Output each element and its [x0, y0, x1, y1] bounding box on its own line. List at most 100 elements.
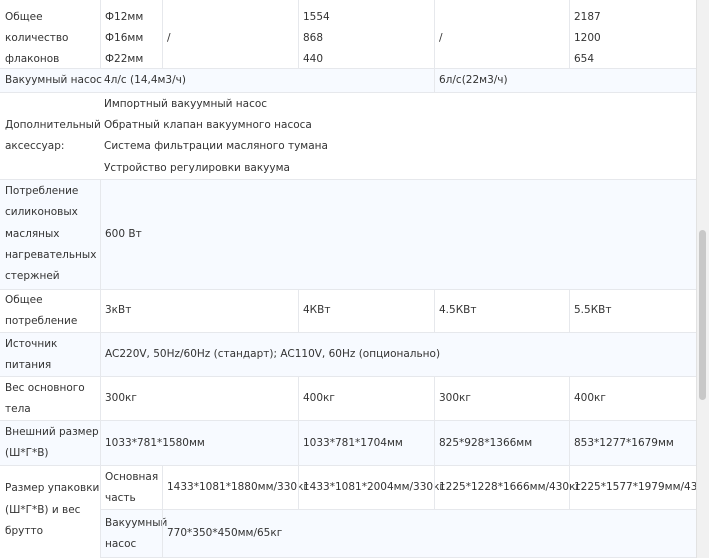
label-line: нагревательных [5, 249, 97, 261]
accessory-item: Устройство регулировки вакуума [104, 162, 290, 174]
cell-value: 853*1277*1679мм [574, 437, 674, 449]
label-line: (Ш*Г*В) [5, 447, 49, 459]
table-row-vacuum-pump: Вакуумный насос 4л/с (14,4м3/ч) 6л/с(22м… [0, 69, 697, 93]
table-row-total-power: Общее потребление 3кВт 4КВт 4.5КВт 5.5КВ… [0, 290, 697, 333]
packing-pump-subrow: Вакуумный насос 770*350*450мм/65кг [100, 510, 697, 558]
label-line: Вес основного [5, 382, 85, 394]
cell-value: 5.5КВт [574, 304, 612, 316]
row-label-vacuum-pump: Вакуумный насос [0, 69, 102, 92]
label-line: масляных [5, 228, 60, 240]
label-line: тела [5, 403, 31, 415]
cell-value: 654 [574, 53, 595, 65]
total-power-col4: 5.5КВт [569, 290, 697, 332]
cell-value: 4.5КВт [439, 304, 477, 316]
row-label-power-source: Источник питания [0, 333, 100, 376]
body-weight-col1: 300кг [100, 377, 298, 420]
body-weight-col4: 400кг [569, 377, 697, 420]
total-power-col2: 4КВт [298, 290, 434, 332]
table-row-packing: Размер упаковки (Ш*Г*В) и вес брутто Осн… [0, 466, 697, 558]
flask-size-cell: Ф12мм Ф16мм Ф22мм [100, 0, 162, 68]
vertical-scrollbar[interactable] [696, 0, 709, 558]
flask-count-col4: / [434, 0, 569, 68]
cell-value: 1225*1228*1666мм/430кг [439, 481, 581, 493]
row-label-packing: Размер упаковки (Ш*Г*В) и вес брутто [0, 466, 100, 558]
flask-count-col2: / [162, 0, 298, 68]
cell-value: 1433*1081*1880мм/330кг [167, 481, 309, 493]
label-line: Потребление [5, 185, 79, 197]
spec-table: Общее количество флаконов Ф12мм Ф16мм Ф2… [0, 0, 697, 558]
cell-value: 1225*1577*1979мм/430кг [574, 481, 697, 493]
packing-pump-value: 770*350*450мм/65кг [162, 510, 697, 557]
packing-pump-label: Вакуумный насос [100, 510, 167, 557]
power-source-value: AC220V, 50Hz/60Hz (стандарт); AC110V, 60… [100, 333, 697, 376]
cell-value: 4л/с (14,4м3/ч) [104, 74, 186, 86]
label-line: силиконовых [5, 206, 78, 218]
sublabel-line: насос [105, 538, 137, 550]
packing-main-col1: 1433*1081*1880мм/330кг [162, 466, 309, 509]
accessory-item: Система фильтрации масляного тумана [104, 140, 328, 152]
accessory-item: Импортный вакуумный насос [104, 98, 268, 110]
spec-table-view: Общее количество флаконов Ф12мм Ф16мм Ф2… [0, 0, 709, 558]
label-line: Источник [5, 338, 58, 350]
accessory-item: Обратный клапан вакуумного насоса [104, 119, 312, 131]
packing-main-subrow: Основная часть 1433*1081*1880мм/330кг 14… [100, 466, 697, 510]
cell-value: 600 Вт [105, 228, 142, 240]
cell-value: 868 [303, 32, 324, 44]
row-label-total-power: Общее потребление [0, 290, 100, 332]
label-line: флаконов [5, 53, 60, 65]
outer-size-col4: 853*1277*1679мм [569, 421, 697, 465]
table-row-outer-size: Внешний размер (Ш*Г*В) 1033*781*1580мм 1… [0, 421, 697, 466]
table-row-flask-count: Общее количество флаконов Ф12мм Ф16мм Ф2… [0, 0, 697, 69]
flask-count-col5: 2187 1200 654 [569, 0, 697, 68]
row-label-body-weight: Вес основного тела [0, 377, 100, 420]
outer-size-col1: 1033*781*1580мм [100, 421, 298, 465]
flask-count-col3: 1554 868 440 [298, 0, 434, 68]
sublabel-line: часть [105, 492, 136, 504]
scrollbar-thumb[interactable] [699, 230, 706, 400]
label-line: брутто [5, 525, 44, 537]
sublabel-line: Вакуумный [105, 517, 168, 529]
label-line: Дополнительный [5, 119, 101, 131]
cell-value: 3кВт [105, 304, 132, 316]
packing-main-label: Основная часть [100, 466, 162, 509]
packing-main-col2: 1433*1081*2004мм/330кг [298, 466, 445, 509]
cell-value: 300кг [439, 392, 471, 404]
table-row-heating-rods: Потребление силиконовых масляных нагрева… [0, 180, 697, 290]
cell-value: 4КВт [303, 304, 331, 316]
outer-size-col3: 825*928*1366мм [434, 421, 569, 465]
cell-value: 1033*781*1580мм [105, 437, 205, 449]
flask-size: Ф12мм [105, 11, 144, 23]
heating-rods-value: 600 Вт [100, 180, 697, 289]
cell-value: 1033*781*1704мм [303, 437, 403, 449]
cell-value: 1200 [574, 32, 601, 44]
cell-value: 400кг [574, 392, 606, 404]
accessories-list: Импортный вакуумный насос Обратный клапа… [100, 93, 697, 179]
cell-value: 825*928*1366мм [439, 437, 533, 449]
row-label-heating-rods: Потребление силиконовых масляных нагрева… [0, 180, 100, 289]
table-row-power-source: Источник питания AC220V, 50Hz/60Hz (стан… [0, 333, 697, 377]
body-weight-col2: 400кг [298, 377, 434, 420]
label-line: аксессуар: [5, 140, 65, 152]
flask-size: Ф22мм [105, 53, 144, 65]
cell-value: AC220V, 50Hz/60Hz (стандарт); AC110V, 60… [105, 348, 441, 360]
cell-value: 300кг [105, 392, 137, 404]
cell-value: 400кг [303, 392, 335, 404]
label-line: (Ш*Г*В) и вес [5, 504, 81, 516]
packing-main-col4: 1225*1577*1979мм/430кг [569, 466, 697, 509]
label-line: Внешний размер [5, 426, 99, 438]
body-weight-col3: 300кг [434, 377, 569, 420]
total-power-col3: 4.5КВт [434, 290, 569, 332]
vacuum-pump-value-a: 4л/с (14,4м3/ч) [100, 69, 434, 92]
table-row-body-weight: Вес основного тела 300кг 400кг 300кг 400… [0, 377, 697, 421]
cell-value: / [167, 32, 171, 44]
row-label-accessories: Дополнительный аксессуар: [0, 93, 101, 179]
label-line: питания [5, 359, 52, 371]
label-line: Размер упаковки [5, 482, 100, 494]
vacuum-pump-value-b: 6л/с(22м3/ч) [434, 69, 697, 92]
cell-value: 6л/с(22м3/ч) [439, 74, 508, 86]
label-line: количество [5, 32, 69, 44]
row-label-flask-count: Общее количество флаконов [0, 0, 100, 68]
cell-value: 440 [303, 53, 324, 65]
row-label-outer-size: Внешний размер (Ш*Г*В) [0, 421, 100, 465]
sublabel-line: Основная [105, 471, 159, 483]
